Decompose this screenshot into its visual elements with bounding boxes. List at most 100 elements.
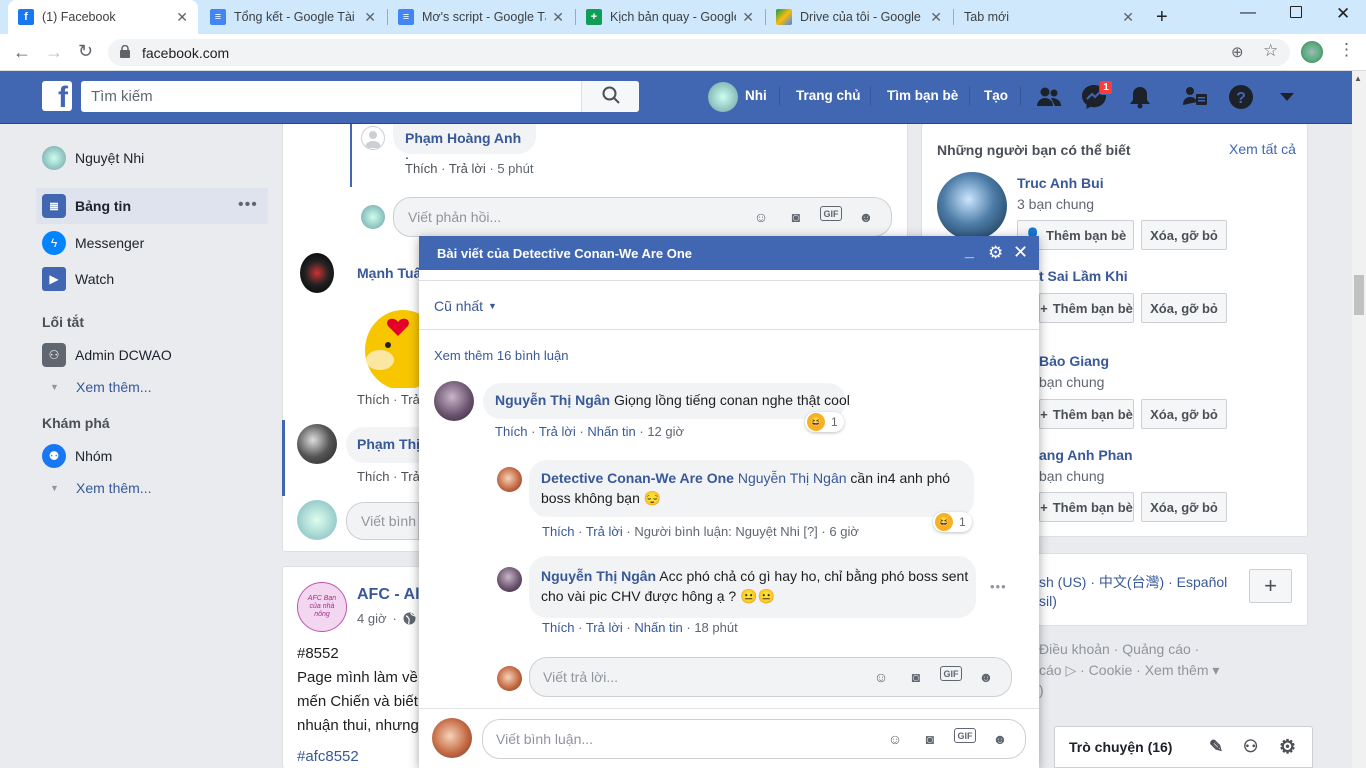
more-options-icon[interactable]: ••• (238, 196, 258, 214)
new-tab-icon[interactable]: + (1156, 6, 1168, 29)
close-icon[interactable]: ✕ (1013, 242, 1028, 263)
search-button[interactable] (581, 81, 639, 112)
sticker-icon[interactable]: ☻ (855, 206, 877, 228)
emoji-icon[interactable]: ☺ (884, 728, 906, 750)
account-menu-chevron-down-icon[interactable] (1274, 84, 1300, 110)
remove-button[interactable]: Xóa, gỡ bỏ (1141, 399, 1227, 429)
tab-sheets[interactable]: + Kịch bản quay - Google ✕ (576, 0, 764, 34)
add-friend-button[interactable]: + Thêm bạn bè (1039, 492, 1134, 522)
reload-icon[interactable]: ↻ (78, 41, 93, 62)
compose-icon[interactable]: ✎ (1209, 737, 1223, 757)
page-scrollbar-thumb[interactable] (1354, 275, 1364, 315)
footer-links[interactable]: cáo ▷ · Cookie · Xem thêm ▾ (1039, 662, 1219, 679)
commenter-avatar[interactable] (434, 381, 474, 421)
minimize-icon[interactable]: — (1240, 4, 1256, 22)
tab-docs-1[interactable]: ≡ Tổng kết - Google Tài liệ ✕ (200, 0, 386, 34)
person-name[interactable]: ang Anh Phan (1039, 447, 1133, 463)
help-link[interactable]: [?] (803, 524, 817, 539)
person-name[interactable]: Bảo Giang (1039, 353, 1109, 369)
replier-name[interactable]: Detective Conan-We Are One (541, 470, 734, 486)
zoom-icon[interactable]: ⊕ (1231, 43, 1244, 61)
gear-icon[interactable]: ⚙ (988, 243, 1003, 263)
reply-link[interactable]: Trả (401, 469, 419, 484)
post-hashtag-link[interactable]: #afc8552 (297, 748, 359, 765)
gif-icon[interactable]: GIF (940, 666, 962, 681)
like-link[interactable]: Thích (357, 469, 390, 484)
like-link[interactable]: Thích (542, 524, 575, 539)
quick-help-people-icon[interactable] (1182, 84, 1208, 110)
explore-see-more[interactable]: ▼ Xem thêm... (42, 480, 151, 496)
like-link[interactable]: Thích (357, 392, 390, 407)
reply-link[interactable]: Trả lời (586, 620, 623, 635)
nav-find-friends[interactable]: Tìm bạn bè (887, 88, 958, 103)
commenter-avatar[interactable] (497, 567, 522, 592)
footer-links[interactable]: Điều khoản · Quảng cáo · (1039, 641, 1199, 657)
person-avatar[interactable] (937, 172, 1007, 240)
add-language-plus-icon[interactable]: + (1249, 569, 1292, 603)
message-link[interactable]: Nhấn tin (587, 424, 635, 439)
tagged-user-link[interactable]: Nguyễn Thị Ngân (738, 470, 847, 486)
reply-link[interactable]: Trả lời (539, 424, 576, 439)
sticker-icon[interactable]: ☻ (989, 728, 1011, 750)
header-profile-avatar[interactable] (708, 82, 738, 112)
like-link[interactable]: Thích (405, 161, 438, 176)
left-nav-item-watch[interactable]: ▶ Watch (42, 267, 114, 291)
shortcuts-see-more[interactable]: ▼ Xem thêm... (42, 379, 151, 395)
reply-time[interactable]: 18 phút (694, 620, 737, 635)
back-icon[interactable]: ← (13, 42, 31, 63)
close-icon[interactable]: ✕ (364, 9, 376, 26)
forward-icon[interactable]: → (45, 42, 63, 63)
browser-profile-avatar[interactable] (1301, 41, 1323, 63)
remove-button[interactable]: Xóa, gỡ bỏ (1141, 293, 1227, 323)
replier-name[interactable]: Nguyễn Thị Ngân (541, 568, 656, 584)
commenter-avatar[interactable] (361, 126, 385, 150)
emoji-icon[interactable]: ☺ (750, 206, 772, 228)
reply-time[interactable]: 6 giờ (829, 524, 859, 539)
see-more-comments-link[interactable]: Xem thêm 16 bình luận (434, 348, 568, 363)
close-icon[interactable]: ✕ (552, 9, 564, 26)
chat-sidebar-bar[interactable]: Trò chuyện (16) ✎ ⚇ ⚙ (1054, 726, 1313, 768)
page-scrollbar[interactable] (1352, 71, 1366, 768)
tab-facebook[interactable]: f (1) Facebook ✕ (8, 0, 198, 34)
page-avatar[interactable] (497, 467, 522, 492)
add-friend-button[interactable]: + Thêm bạn bè (1039, 293, 1134, 323)
search-input[interactable]: Tìm kiếm (81, 81, 581, 112)
camera-icon[interactable]: ◙ (919, 728, 941, 750)
remove-button[interactable]: Xóa, gỡ bỏ (1141, 492, 1227, 522)
facebook-logo-icon[interactable]: f (42, 81, 72, 111)
header-profile-name[interactable]: Nhi (745, 88, 767, 103)
reaction-summary[interactable]: 😆 1 (933, 512, 972, 532)
person-name[interactable]: Truc Anh Bui (1017, 175, 1104, 191)
friend-requests-icon[interactable] (1036, 84, 1062, 110)
reply-link[interactable]: Trả lời (586, 524, 623, 539)
window-close-icon[interactable]: ✕ (1336, 4, 1350, 24)
commenter-avatar[interactable] (297, 424, 337, 464)
new-group-icon[interactable]: ⚇ (1243, 737, 1258, 757)
camera-icon[interactable]: ◙ (905, 666, 927, 688)
nav-home[interactable]: Trang chủ (796, 88, 861, 103)
reaction-summary[interactable]: 😆 1 (805, 412, 844, 432)
language-links[interactable]: sil) (1039, 593, 1057, 609)
commenter-name[interactable]: Phạm Thị (357, 436, 419, 452)
commenter-name[interactable]: Phạm Hoàng Anh (405, 130, 521, 146)
remove-button[interactable]: Xóa, gỡ bỏ (1141, 220, 1227, 250)
restore-icon[interactable] (1290, 6, 1302, 18)
more-options-icon[interactable]: ••• (990, 579, 1007, 594)
sticker-icon[interactable]: ☻ (975, 666, 997, 688)
camera-icon[interactable]: ◙ (785, 206, 807, 228)
tab-new[interactable]: Tab mới ✕ (954, 0, 1144, 34)
message-link[interactable]: Nhấn tin (634, 620, 682, 635)
person-name[interactable]: t Sai Lầm Khi (1039, 268, 1128, 284)
language-links[interactable]: sh (US) · 中文(台灣) · Español (1039, 572, 1227, 592)
mutual-friends[interactable]: bạn chung (1039, 374, 1104, 390)
left-nav-item-news-feed[interactable]: ≣ Bảng tin (42, 194, 131, 218)
notifications-bell-icon[interactable] (1127, 84, 1153, 110)
address-bar[interactable]: facebook.com (108, 39, 1290, 66)
comment-input[interactable]: Viết bình l (346, 502, 419, 540)
search-bar[interactable]: Tìm kiếm (81, 81, 639, 112)
browser-menu-icon[interactable]: ⋮ (1338, 40, 1355, 60)
commenter-name[interactable]: Mạnh Tuấn (357, 265, 419, 281)
bookmark-star-icon[interactable]: ☆ (1263, 41, 1278, 61)
tab-drive[interactable]: Drive của tôi - Google D ✕ (766, 0, 952, 34)
reply-input[interactable]: Viết phản hồi... ☺ ◙ GIF ☻ (393, 197, 892, 237)
